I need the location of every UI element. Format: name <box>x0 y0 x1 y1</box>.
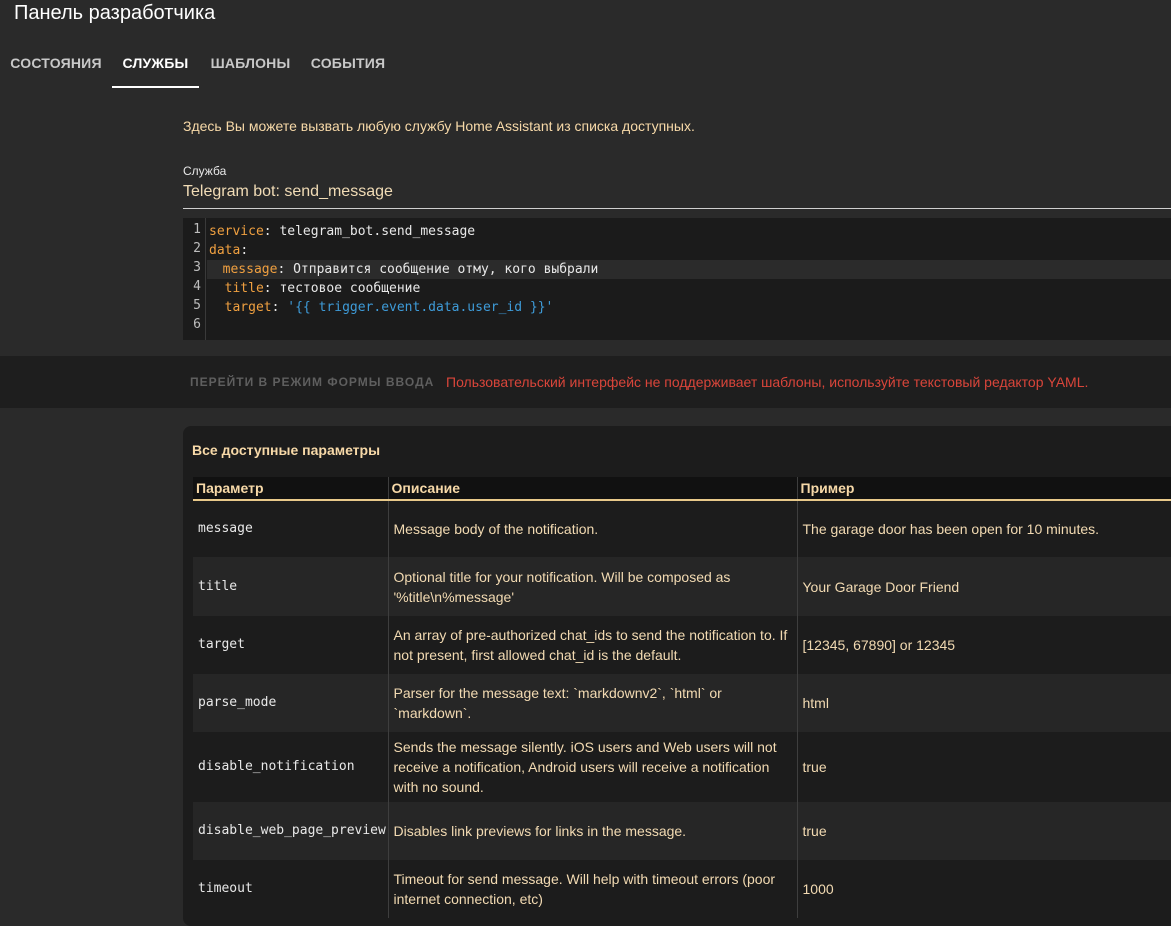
tab-services[interactable]: СЛУЖБЫ <box>112 40 199 88</box>
line-number: 2 <box>193 241 201 256</box>
column-header-description: Описание <box>388 477 798 501</box>
table-row: disable_notification Sends the message s… <box>193 732 1171 802</box>
yaml-separator: : <box>277 262 294 277</box>
table-row: title Optional title for your notificati… <box>193 557 1171 616</box>
param-example: true <box>797 732 1171 802</box>
line-number: 3 <box>193 260 201 275</box>
param-name: message <box>193 500 389 557</box>
yaml-key: message <box>222 262 278 277</box>
template-error-message: Пользовательский интерфейс не поддержива… <box>446 374 1089 390</box>
yaml-value: тестовое сообщение <box>279 281 421 296</box>
service-field-label: Служба <box>183 164 227 178</box>
page-title: Панель разработчика <box>14 2 216 24</box>
yaml-key: data <box>209 243 241 258</box>
param-name: parse_mode <box>193 674 389 732</box>
yaml-separator: : <box>271 300 288 315</box>
line-number: 1 <box>193 222 201 237</box>
param-description: Optional title for your notification. Wi… <box>388 557 798 616</box>
yaml-key: title <box>224 281 264 296</box>
code-line-active: message: Отправится сообщение отму, кого… <box>207 260 1171 279</box>
param-description: Parser for the message text: `markdownv2… <box>388 674 798 732</box>
code-line: service: telegram_bot.send_message <box>209 222 475 241</box>
line-number: 5 <box>193 298 201 313</box>
table-row: parse_mode Parser for the message text: … <box>193 674 1171 732</box>
yaml-value: Отправится сообщение отму, кого выбрали <box>293 262 599 277</box>
param-example: true <box>797 802 1171 860</box>
tab-states[interactable]: СОСТОЯНИЯ <box>0 40 112 86</box>
tab-events[interactable]: СОБЫТИЯ <box>302 40 394 86</box>
yaml-template-value: '{{ trigger.event.data.user_id }}' <box>287 300 554 315</box>
yaml-key: target <box>224 300 272 315</box>
param-name: disable_web_page_preview <box>193 802 389 860</box>
param-name: target <box>193 616 389 674</box>
param-description: An array of pre-authorized chat_ids to s… <box>388 616 798 674</box>
yaml-editor[interactable]: 1 2 3 4 5 6 service: telegram_bot.send_m… <box>183 218 1171 340</box>
column-header-example: Пример <box>797 477 1171 501</box>
param-name: timeout <box>193 860 389 918</box>
yaml-key: service <box>209 224 264 239</box>
params-table: Параметр Описание Пример message Message… <box>193 477 1171 918</box>
param-example: html <box>797 674 1171 732</box>
param-description: Message body of the notification. <box>388 500 798 557</box>
table-row: message Message body of the notification… <box>193 500 1171 557</box>
param-name: title <box>193 557 389 616</box>
param-example: 1000 <box>797 860 1171 918</box>
header: Панель разработчика СОСТОЯНИЯ СЛУЖБЫ ШАБ… <box>0 0 1171 88</box>
yaml-separator: : <box>263 224 280 239</box>
param-example: Your Garage Door Friend <box>797 557 1171 616</box>
line-number: 4 <box>193 279 201 294</box>
service-field-underline <box>183 208 1171 209</box>
line-number: 6 <box>193 317 201 332</box>
yaml-separator: : <box>263 281 280 296</box>
code-line: title: тестовое сообщение <box>209 279 421 298</box>
form-mode-button[interactable]: ПЕРЕЙТИ В РЕЖИМ ФОРМЫ ВВОДА <box>190 356 434 408</box>
column-header-param: Параметр <box>193 477 389 501</box>
params-card-title: Все доступные параметры <box>192 442 381 458</box>
table-row: disable_web_page_preview Disables link p… <box>193 802 1171 860</box>
line-number-gutter: 1 2 3 4 5 6 <box>183 218 206 340</box>
service-field[interactable]: Telegram bot: send_message <box>183 183 393 201</box>
param-name: disable_notification <box>193 732 389 802</box>
code-line: target: '{{ trigger.event.data.user_id }… <box>209 298 554 317</box>
tab-templates[interactable]: ШАБЛОНЫ <box>199 40 302 86</box>
intro-text: Здесь Вы можете вызвать любую службу Hom… <box>183 118 695 134</box>
param-example: The garage door has been open for 10 min… <box>797 500 1171 557</box>
yaml-value: telegram_bot.send_message <box>279 224 476 239</box>
table-header-row: Параметр Описание Пример <box>193 477 1171 501</box>
yaml-separator: : <box>240 243 249 258</box>
table-row: timeout Timeout for send message. Will h… <box>193 860 1171 918</box>
param-description: Sends the message silently. iOS users an… <box>388 732 798 802</box>
param-example: [12345, 67890] or 12345 <box>797 616 1171 674</box>
param-description: Disables link previews for links in the … <box>388 802 798 860</box>
code-line: data: <box>209 241 248 260</box>
param-description: Timeout for send message. Will help with… <box>388 860 798 918</box>
table-row: target An array of pre-authorized chat_i… <box>193 616 1171 674</box>
actions-bar: ПЕРЕЙТИ В РЕЖИМ ФОРМЫ ВВОДА Пользователь… <box>0 356 1171 408</box>
